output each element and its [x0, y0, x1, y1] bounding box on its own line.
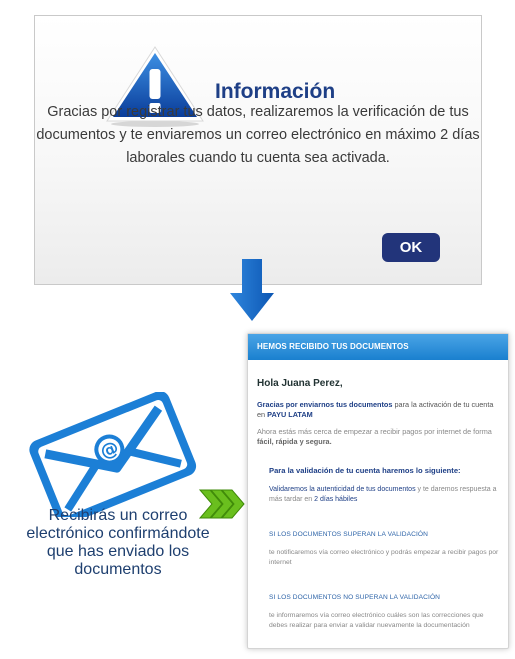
email-section-fail-heading: SI LOS DOCUMENTOS NO SUPERAN LA VALIDACI…: [269, 594, 441, 601]
email-validation-heading: Para la validación de tu cuenta haremos …: [269, 466, 461, 475]
email-paragraph-2: Ahora estás más cerca de empezar a recib…: [257, 427, 492, 446]
email-section-fail-text: te informaremos vía correo electrónico c…: [269, 612, 484, 629]
email-preview: HEMOS RECIBIDO TUS DOCUMENTOS Hola Juana…: [247, 333, 509, 649]
email-section-pass-heading: SI LOS DOCUMENTOS SUPERAN LA VALIDACIÓN: [269, 531, 429, 538]
down-arrow-icon: [230, 259, 274, 321]
dialog-message: Gracias por registrar tus datos, realiza…: [36, 104, 480, 166]
caption-text: Recibirás un correo electrónico confirmá…: [26, 507, 210, 578]
ok-button[interactable]: OK: [382, 233, 440, 262]
envelope-icon: @: [29, 392, 197, 517]
email-paragraph-1: Gracias por enviarnos tus documentos par…: [257, 400, 494, 419]
email-greeting: Hola Juana Perez,: [257, 378, 343, 389]
email-header: HEMOS RECIBIDO TUS DOCUMENTOS: [248, 334, 508, 360]
email-section-pass-text: te notificaremos vía correo electrónico …: [269, 549, 499, 566]
email-paragraph-3: Validaremos la autenticidad de tus docum…: [269, 486, 497, 503]
